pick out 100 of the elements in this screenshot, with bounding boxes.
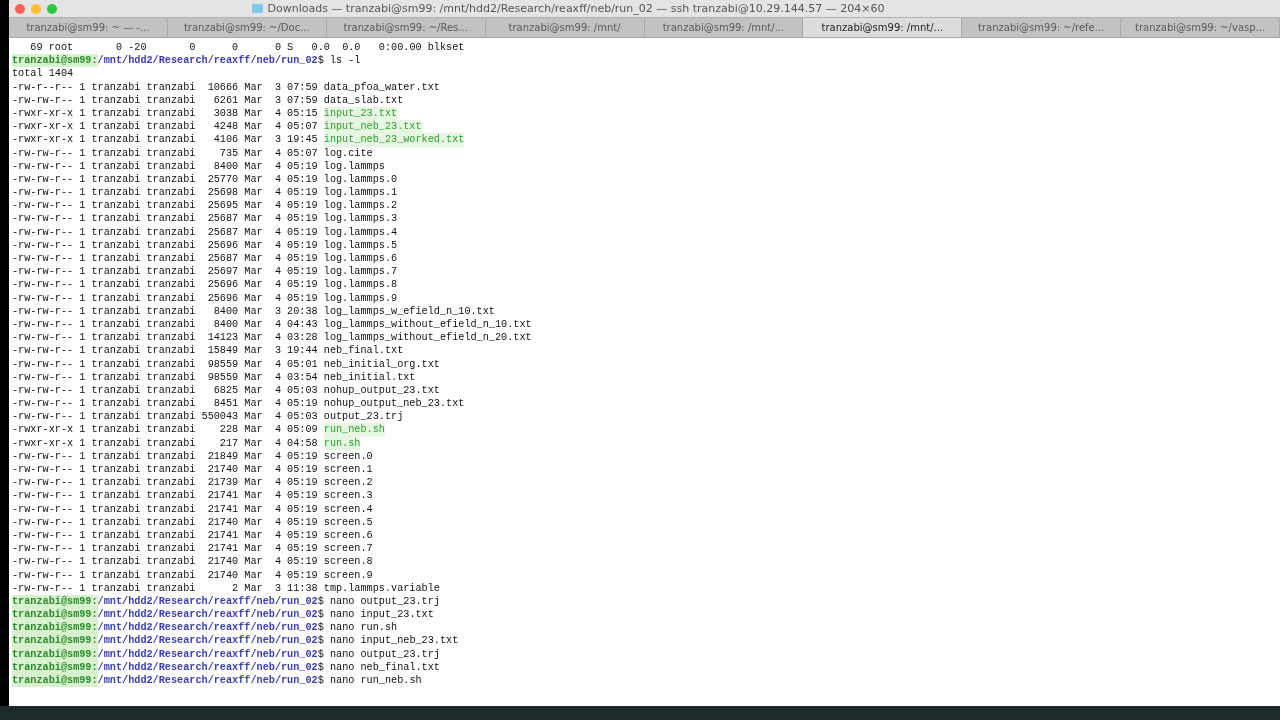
file-name: neb_initial.txt — [323, 370, 416, 384]
shell-command: $ nano input_neb_23.txt — [317, 634, 459, 648]
terminal-tab[interactable]: tranzabi@sm99: ~/Res... — [326, 18, 486, 37]
output-line: 69 root 0 -20 0 0 0 S 0.0 0.0 0:00.00 blkset — [29, 41, 465, 55]
terminal-tab[interactable]: tranzabi@sm99: ~/Doc... — [167, 18, 327, 37]
file-details: -rw-rw-r-- 1 tranzabi tranzabi 25697 Mar 4 05:19 — [12, 265, 318, 279]
file-name: nohup_output_neb_23.txt — [323, 397, 465, 411]
file-details: -rwxr-xr-x 1 tranzabi tranzabi 3038 Mar 4 05:15 — [12, 106, 318, 121]
file-details: -rw-rw-r-- 1 tranzabi tranzabi 21741 Mar 4 05:19 — [12, 502, 318, 516]
file-name: log.lammps.4 — [323, 225, 398, 239]
file-details: -rwxr-xr-x 1 tranzabi tranzabi 4106 Mar 3 19:45 — [12, 133, 318, 147]
prompt-path: /mnt/hdd2/Research/reaxff/neb/run_02 — [97, 660, 318, 674]
file-details: -rw-rw-r-- 1 tranzabi tranzabi 98559 Mar 4 03:54 — [12, 370, 318, 384]
prompt-path: /mnt/hdd2/Research/reaxff/neb/run_02 — [97, 608, 318, 622]
file-details: -rw-rw-r-- 1 tranzabi tranzabi 2 Mar 3 11:38 — [12, 581, 318, 595]
file-details: -rw-rw-r-- 1 tranzabi tranzabi 735 Mar 4 05:07 — [12, 146, 318, 160]
prompt-user-host: tranzabi@sm99: — [12, 674, 98, 688]
shell-command: $ nano output_23.trj — [317, 647, 440, 661]
file-details: -rw-rw-r-- 1 tranzabi tranzabi 21849 Mar 4 05:19 — [12, 449, 318, 463]
file-name: run_neb.sh — [323, 423, 385, 437]
file-details: -rw-rw-r-- 1 tranzabi tranzabi 21740 Mar 4 05:19 — [12, 555, 318, 569]
shell-command: $ nano input_23.txt — [317, 608, 434, 622]
file-details: -rw-rw-r-- 1 tranzabi tranzabi 25695 Mar 4 05:19 — [12, 199, 318, 213]
shell-command: $ nano output_23.trj — [317, 594, 440, 609]
file-details: -rw-rw-r-- 1 tranzabi tranzabi 25687 Mar 4 05:19 — [12, 225, 318, 239]
file-name: log.lammps.8 — [323, 278, 398, 292]
file-details: -rw-rw-r-- 1 tranzabi tranzabi 21739 Mar 4 05:19 — [12, 476, 318, 490]
file-details: -rw-rw-r-- 1 tranzabi tranzabi 21740 Mar 4 05:19 — [12, 515, 318, 529]
file-details: -rw-rw-r-- 1 tranzabi tranzabi 25696 Mar 4 05:19 — [12, 291, 318, 305]
file-details: -rw-rw-r-- 1 tranzabi tranzabi 21740 Mar 4 05:19 — [12, 463, 318, 477]
file-name: screen.3 — [323, 489, 373, 503]
prompt-user-host: tranzabi@sm99: — [12, 54, 98, 68]
file-name: screen.7 — [323, 542, 373, 556]
file-details: -rw-rw-r-- 1 tranzabi tranzabi 98559 Mar 4 05:01 — [12, 357, 318, 371]
file-name: nohup_output_23.txt — [323, 383, 440, 398]
minimize-button[interactable] — [31, 3, 41, 14]
file-name: neb_final.txt — [323, 344, 404, 358]
prompt-path: /mnt/hdd2/Research/reaxff/neb/run_02 — [97, 647, 318, 661]
file-name: screen.0 — [323, 449, 373, 463]
terminal-tab[interactable]: tranzabi@sm99: ~/refe... — [962, 18, 1122, 37]
file-name: input_neb_23.txt — [323, 120, 422, 134]
shell-command: $ ls -l — [317, 54, 361, 68]
file-details: -rw-rw-r-- 1 tranzabi tranzabi 8400 Mar 4 04:43 — [12, 317, 318, 332]
terminal-tab[interactable]: tranzabi@sm99: /mnt/... — [803, 18, 963, 37]
file-name: log.lammps.2 — [323, 199, 398, 213]
file-details: -rwxr-xr-x 1 tranzabi tranzabi 228 Mar 4 05:09 — [12, 423, 318, 437]
file-name: input_23.txt — [323, 106, 398, 121]
close-button[interactable] — [15, 3, 25, 14]
file-name: log_lammps_without_efield_n_10.txt — [323, 317, 532, 332]
file-name: screen.4 — [323, 502, 373, 516]
zoom-button[interactable] — [47, 3, 57, 14]
file-name: tmp.lammps.variable — [323, 581, 440, 595]
file-details: -rw-rw-r-- 1 tranzabi tranzabi 8400 Mar 3 20:38 — [12, 304, 318, 318]
file-details: -rw-rw-r-- 1 tranzabi tranzabi 25687 Mar 4 05:19 — [12, 252, 318, 266]
file-details: -rw-rw-r-- 1 tranzabi tranzabi 14123 Mar 4 03:28 — [12, 331, 318, 345]
file-details: -rw-rw-r-- 1 tranzabi tranzabi 21741 Mar 4 05:19 — [12, 489, 318, 503]
file-details: -rw-r--r-- 1 tranzabi tranzabi 10666 Mar 3 07:59 — [12, 80, 318, 94]
prompt-path: /mnt/hdd2/Research/reaxff/neb/run_02 — [97, 634, 318, 648]
prompt-path: /mnt/hdd2/Research/reaxff/neb/run_02 — [97, 54, 318, 68]
window-title: Downloads — tranzabi@sm99: /mnt/hdd2/Research/reaxff/neb/run_02 — ssh tranzabi@10.29.144.57 — 204×60 — [267, 2, 885, 15]
prompt-path: /mnt/hdd2/Research/reaxff/neb/run_02 — [97, 594, 318, 609]
file-name: screen.5 — [323, 515, 373, 529]
file-details: -rw-rw-r-- 1 tranzabi tranzabi 25696 Mar 4 05:19 — [12, 238, 318, 252]
terminal-tab[interactable]: tranzabi@sm99: /mnt/ — [485, 18, 645, 37]
file-details: -rw-rw-r-- 1 tranzabi tranzabi 8400 Mar 4 05:19 — [12, 159, 318, 173]
file-details: -rw-rw-r-- 1 tranzabi tranzabi 8451 Mar 4 05:19 — [12, 397, 318, 411]
file-name: log.lammps.5 — [323, 238, 398, 252]
terminal-tab[interactable]: tranzabi@sm99: ~ — -... — [9, 18, 168, 37]
file-details: -rw-rw-r-- 1 tranzabi tranzabi 25698 Mar 4 05:19 — [12, 186, 318, 200]
file-name: log_lammps_w_efield_n_10.txt — [323, 304, 495, 318]
file-details: -rw-rw-r-- 1 tranzabi tranzabi 25770 Mar 4 05:19 — [12, 172, 318, 187]
prompt-user-host: tranzabi@sm99: — [12, 594, 98, 609]
file-details: -rw-rw-r-- 1 tranzabi tranzabi 6825 Mar 4 05:03 — [12, 383, 318, 398]
file-details: -rw-rw-r-- 1 tranzabi tranzabi 6261 Mar 3 07:59 — [12, 93, 318, 107]
file-name: data_pfoa_water.txt — [323, 80, 440, 94]
file-details: -rw-rw-r-- 1 tranzabi tranzabi 25687 Mar 4 05:19 — [12, 212, 318, 226]
output-line: total 1404 — [12, 67, 74, 81]
file-details: -rw-rw-r-- 1 tranzabi tranzabi 25696 Mar 4 05:19 — [12, 278, 318, 292]
file-name: log.lammps.7 — [323, 265, 398, 279]
file-details: -rwxr-xr-x 1 tranzabi tranzabi 217 Mar 4 04:58 — [12, 436, 318, 450]
file-details: -rw-rw-r-- 1 tranzabi tranzabi 15849 Mar 3 19:44 — [12, 344, 318, 358]
file-name: log.cite — [323, 146, 373, 160]
shell-command: $ nano run_neb.sh — [317, 674, 422, 688]
prompt-user-host: tranzabi@sm99: — [12, 621, 98, 635]
file-name: log.lammps.0 — [323, 172, 398, 187]
file-name: log.lammps.3 — [323, 212, 398, 226]
file-name: log.lammps.6 — [323, 252, 398, 266]
file-name: screen.2 — [323, 476, 373, 490]
file-details: -rw-rw-r-- 1 tranzabi tranzabi 21740 Mar 4 05:19 — [12, 568, 318, 582]
file-name: output_23.trj — [323, 410, 404, 424]
file-name: log_lammps_without_efield_n_20.txt — [323, 331, 532, 345]
file-name: neb_initial_org.txt — [323, 357, 440, 371]
prompt-user-host: tranzabi@sm99: — [12, 634, 98, 648]
folder-icon — [252, 4, 264, 13]
file-name: log.lammps.9 — [323, 291, 398, 305]
file-name: screen.6 — [323, 528, 373, 543]
file-details: -rw-rw-r-- 1 tranzabi tranzabi 21741 Mar 4 05:19 — [12, 528, 318, 543]
shell-command: $ nano neb_final.txt — [317, 660, 440, 674]
file-details: -rw-rw-r-- 1 tranzabi tranzabi 550043 Mar 4 05:03 — [12, 410, 318, 424]
terminal-tab[interactable]: tranzabi@sm99: ~/vasp... — [1121, 18, 1280, 37]
